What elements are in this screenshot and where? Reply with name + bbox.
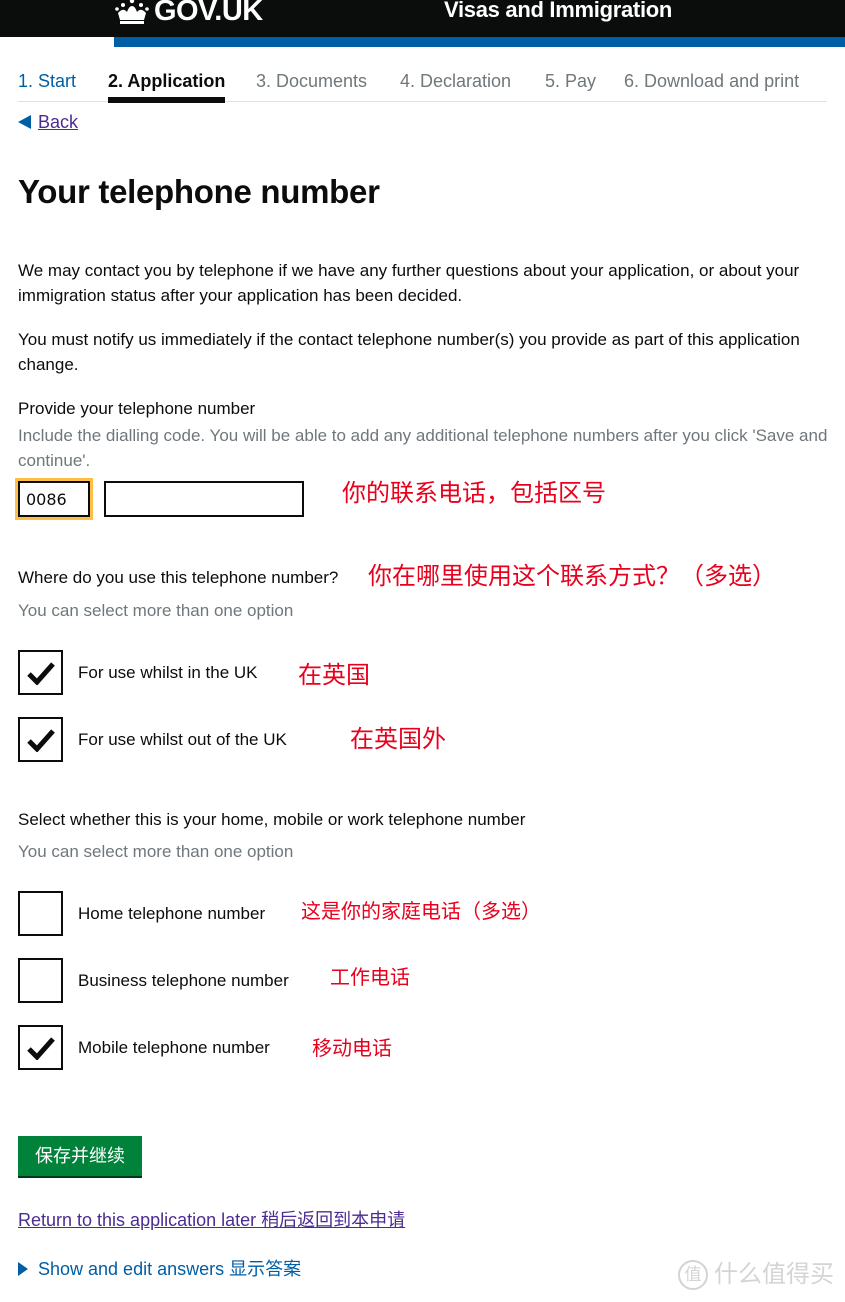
phone-label: Provide your telephone number [18,399,256,418]
home-annotation: 这是你的家庭电话（多选） [301,901,541,923]
step-pay: 5. Pay [545,71,597,91]
govuk-logo-link[interactable]: GOV.UK [114,0,263,28]
checkbox-in-uk-label[interactable]: For use whilst in the UK [78,661,258,685]
checkbox-business-label[interactable]: Business telephone number [78,969,289,993]
type-question: Select whether this is your home, mobile… [18,810,526,829]
checkbox-mobile[interactable] [18,1025,63,1070]
step-start[interactable]: 1. Start [18,69,76,93]
usage-question: Where do you use this telephone number? [18,568,339,587]
intro-paragraph-1: We may contact you by telephone if we ha… [18,261,800,305]
watermark-text: 什么值得买 [714,1261,834,1288]
back-arrow-icon [18,115,31,129]
checkbox-out-of-uk[interactable] [18,717,63,762]
mobile-annotation: 移动电话 [312,1038,392,1060]
logo-text: GOV.UK [154,0,263,27]
page-title: Your telephone number [18,173,380,210]
checkbox-mobile-label[interactable]: Mobile telephone number [78,1036,270,1060]
intro-paragraph-2: You must notify us immediately if the co… [18,330,800,374]
out-of-uk-annotation: 在英国外 [350,726,446,753]
dialling-code-input[interactable] [15,478,93,520]
show-edit-answers-label: Show and edit answers 显示答案 [38,1259,302,1279]
step-documents: 3. Documents [256,71,368,91]
usage-hint: You can select more than one option [18,601,294,620]
watermark: 值 什么值得买 [678,1260,834,1290]
step-application: 2. Application [108,71,226,103]
step-declaration: 4. Declaration [400,71,512,91]
progress-steps: 1. Start 2. Application 3. Documents 4. … [18,66,827,103]
back-link-label: Back [38,112,79,132]
govuk-header: GOV.UK Visas and Immigration [0,0,845,37]
usage-annotation: 你在哪里使用这个联系方式？（多选） [368,563,776,590]
type-hint: You can select more than one option [18,842,294,861]
watermark-badge-icon: 值 [678,1260,708,1290]
phone-annotation: 你的联系电话，包括区号 [342,480,606,507]
header-accent-bar [114,37,845,47]
checkmark-icon [26,661,55,685]
checkbox-home[interactable] [18,891,63,936]
show-edit-answers-toggle[interactable]: Show and edit answers 显示答案 [18,1257,301,1281]
in-uk-annotation: 在英国 [298,662,370,689]
checkmark-icon [26,728,55,752]
crown-icon [115,0,149,24]
return-later-link[interactable]: Return to this application later 稍后返回到本申… [18,1208,405,1232]
telephone-number-input[interactable] [104,481,304,517]
checkbox-home-label[interactable]: Home telephone number [78,902,265,926]
step-download-print: 6. Download and print [624,71,800,91]
phone-hint: Include the dialling code. You will be a… [18,426,828,470]
checkbox-business[interactable] [18,958,63,1003]
business-annotation: 工作电话 [330,967,410,989]
disclosure-triangle-icon [18,1262,28,1276]
checkbox-in-uk[interactable] [18,650,63,695]
back-link[interactable]: Back [18,110,78,134]
checkbox-out-of-uk-label[interactable]: For use whilst out of the UK [78,728,287,752]
service-name[interactable]: Visas and Immigration [444,0,672,24]
checkmark-icon [26,1036,55,1060]
save-and-continue-button[interactable]: 保存并继续 [18,1136,142,1176]
